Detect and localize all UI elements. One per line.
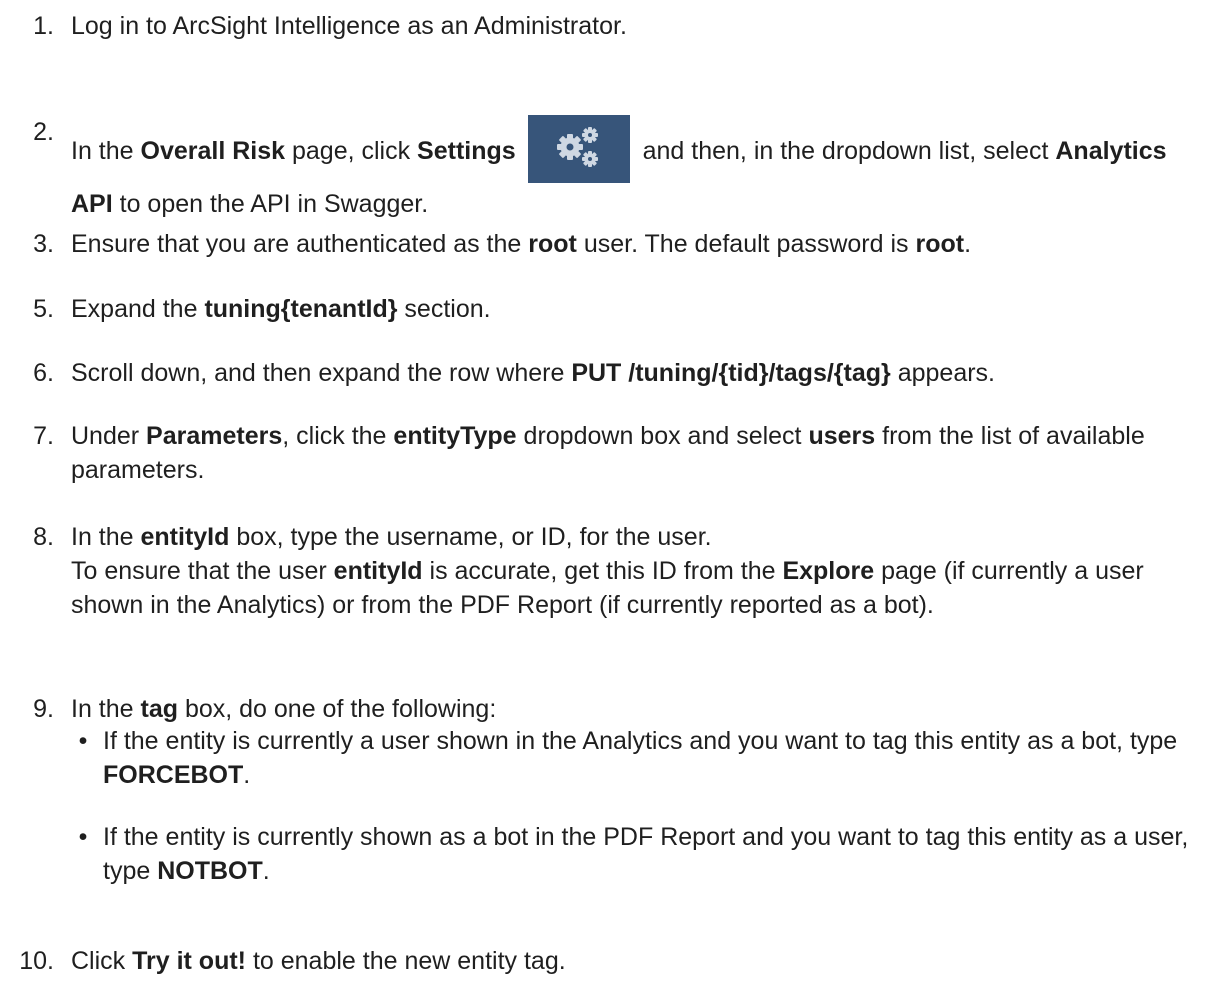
- bold-term: Try it out!: [132, 947, 246, 975]
- step-number: 5.: [33, 295, 54, 323]
- text-run: Expand the: [71, 295, 205, 323]
- text-run: user. The default password is: [576, 230, 916, 258]
- bold-term: NOTBOT: [157, 857, 263, 885]
- text-run: dropdown box and select: [516, 422, 809, 450]
- text-run: and then, in the dropdown list, select: [635, 137, 1056, 165]
- step-number: 6.: [33, 359, 54, 387]
- text-run: box, do one of the following:: [178, 695, 497, 723]
- text-run: Click: [71, 947, 133, 975]
- bold-term: Settings: [417, 137, 516, 165]
- step-text: Expand the tuning{tenantId} section.: [71, 292, 1214, 326]
- step-text: Ensure that you are authenticated as the…: [71, 227, 1214, 261]
- bold-term: Parameters: [146, 422, 283, 450]
- bold-term: PUT /tuning/{tid}/tags/{tag}: [571, 359, 891, 387]
- text-run: .: [243, 761, 251, 789]
- bullet-text: If the entity is currently a user shown …: [103, 724, 1214, 792]
- bullet-text: If the entity is currently shown as a bo…: [103, 820, 1214, 888]
- step-text: Under Parameters, click the entityType d…: [71, 419, 1214, 487]
- step-text: Log in to ArcSight Intelligence as an Ad…: [71, 9, 1214, 43]
- step-number: 9.: [33, 695, 54, 723]
- text-run: Log in to ArcSight Intelligence as an Ad…: [71, 12, 627, 40]
- bold-term: entityType: [393, 422, 517, 450]
- settings-gear-icon: [527, 115, 630, 183]
- step-number: 8.: [33, 523, 54, 551]
- bold-term: Overall Risk: [140, 137, 286, 165]
- step-text: Click Try it out! to enable the new enti…: [71, 944, 1214, 978]
- text-run: to open the API in Swagger.: [112, 190, 429, 218]
- text-run: .: [262, 857, 270, 885]
- text-run: To ensure that the user: [71, 557, 334, 585]
- bold-term: tuning{tenantId}: [204, 295, 398, 323]
- bold-term: entityId: [333, 557, 423, 585]
- bold-term: Explore: [782, 557, 875, 585]
- bullet-marker: •: [78, 727, 88, 755]
- text-run: section.: [397, 295, 491, 323]
- text-run: In the: [71, 137, 141, 165]
- step-text: In the tag box, do one of the following:: [71, 692, 1214, 726]
- bullet-marker: •: [78, 823, 88, 851]
- bold-term: tag: [140, 695, 179, 723]
- step-number: 3.: [33, 230, 54, 258]
- step-number: 7.: [33, 422, 54, 450]
- bold-term: root: [528, 230, 577, 258]
- bold-term: FORCEBOT: [103, 761, 244, 789]
- step-text: Scroll down, and then expand the row whe…: [71, 356, 1214, 390]
- text-run: Under: [71, 422, 147, 450]
- step-number: 10.: [19, 947, 54, 975]
- bold-term: entityId: [140, 523, 230, 551]
- step-text: In the Overall Risk page, click Settings…: [71, 115, 1214, 226]
- step-number: 1.: [33, 12, 54, 40]
- text-run: Scroll down, and then expand the row whe…: [71, 359, 572, 387]
- text-run: is accurate, get this ID from the: [422, 557, 783, 585]
- text-run: .: [964, 230, 972, 258]
- text-run: box, type the username, or ID, for the u…: [229, 523, 712, 551]
- bold-term: root: [915, 230, 965, 258]
- text-run: In the: [71, 695, 141, 723]
- text-run: In the: [71, 523, 141, 551]
- text-run: page, click: [285, 137, 418, 165]
- text-run: , click the: [282, 422, 394, 450]
- step-number: 2.: [33, 118, 54, 146]
- bold-term: users: [808, 422, 876, 450]
- text-run: to enable the new entity tag.: [246, 947, 566, 975]
- text-run: If the entity is currently a user shown …: [103, 727, 1178, 755]
- step-text: In the entityId box, type the username, …: [71, 520, 1214, 622]
- text-run: Ensure that you are authenticated as the: [71, 230, 529, 258]
- text-run: appears.: [890, 359, 996, 387]
